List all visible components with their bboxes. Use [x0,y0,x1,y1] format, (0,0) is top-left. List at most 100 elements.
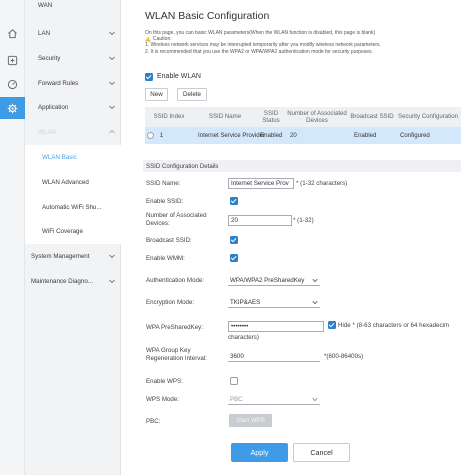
cancel-button[interactable]: Cancel [293,443,350,462]
encryption-mode-value: TKIP&AES [230,298,261,306]
section-header: SSID Configuration Details [143,160,461,172]
chevron-down-icon [109,254,115,259]
enable-wps-label: Enable WPS: [146,378,183,385]
page-title: WLAN Basic Configuration [145,10,270,22]
gauge-icon[interactable] [0,73,25,95]
nav-item-forward-rules[interactable]: Forward Rules [25,71,121,95]
wps-mode-label: WPS Mode: [146,396,180,403]
psk-input[interactable]: •••••••• [228,321,324,332]
warning-icon [145,36,151,42]
cell-value: Enabled [349,127,395,144]
cell-value: 1 [159,132,164,140]
broadcast-ssid-label: Broadcast SSID: [146,237,192,244]
chevron-down-icon [312,300,318,305]
table-row[interactable]: 1 Internet Service Provider Enabled 20 E… [145,127,461,144]
chevron-down-icon [109,81,115,86]
icon-rail [0,0,25,475]
nav-sub-label: WiFi Coverage [42,228,83,235]
cell-value: Configured [395,127,461,144]
col-header: Security Configuration [395,107,461,128]
nav-sub-label: Automatic WiFi Shu... [42,204,102,211]
nav-item-label: Application [38,103,69,111]
rekey-interval-input[interactable]: 3600 [228,351,320,362]
nav-item-wlan[interactable]: WLAN [25,120,121,144]
encryption-mode-select[interactable]: TKIP&AES [228,297,320,308]
nav-item-label: Maintenance Diagno... [31,277,93,285]
row-index-cell: 1 [145,127,193,144]
nav-sub-label: WLAN Advanced [42,179,89,186]
chevron-down-icon [109,279,115,284]
wps-mode-value: PBC [230,395,243,403]
nav-sub-wifi-coverage[interactable]: WiFi Coverage [25,219,121,244]
enable-wmm-checkbox[interactable] [230,254,238,262]
nav-item-security[interactable]: Security [25,46,121,70]
col-header: SSID Status [257,107,285,128]
ssid-name-input[interactable]: Internet Service Prov [228,178,294,189]
col-header: Broadcast SSID [349,107,395,128]
ssid-table: SSID Index SSID Name SSID Status Number … [145,107,461,144]
hide-psk-checkbox[interactable] [328,321,336,329]
nav-item-label: LAN [38,29,51,37]
ssid-name-label: SSID Name: [146,180,181,187]
col-header: Number of Associated Devices [285,107,349,128]
cell-value: Enabled [257,127,285,144]
nav-item-label: WLAN [38,128,56,136]
delete-button[interactable]: Delete [177,88,207,101]
assoc-devices-label: Number of Associated Devices: [146,212,207,227]
wps-mode-select[interactable]: PBC [228,394,320,405]
nav-item-label: Forward Rules [38,79,79,87]
enable-wlan-label: Enable WLAN [157,73,201,80]
new-button[interactable]: New [145,88,168,101]
rekey-interval-hint: *(600-86400s) [324,353,364,360]
enable-wps-checkbox[interactable] [230,377,238,385]
nav-sub-auto-wifi-shutdown[interactable]: Automatic WiFi Shu... [25,195,121,220]
nav-item-label: Security [38,54,61,62]
auth-mode-value: WPA/WPA2 PreSharedKey [230,276,305,284]
enable-wlan-checkbox[interactable] [145,73,153,81]
auth-mode-select[interactable]: WPA/WPA2 PreSharedKey [228,275,320,286]
col-header: SSID Name [193,107,257,128]
rekey-interval-label: WPA Group Key Regeneration Interval: [146,347,207,362]
assoc-devices-input[interactable]: 20 [228,215,292,226]
enable-wmm-label: Enable WMM: [146,255,185,262]
table-header-row: SSID Index SSID Name SSID Status Number … [145,107,461,128]
chevron-up-icon [109,129,115,134]
home-icon[interactable] [0,22,25,44]
nav-item-label: WAN [38,1,53,9]
main-content: WLAN Basic Configuration On this page, y… [122,0,461,475]
caution-item: 2. It is recommended that you use the WP… [145,48,373,55]
row-select-radio[interactable] [147,132,154,140]
pbc-label: PBC: [146,418,161,425]
chevron-down-icon [109,105,115,110]
broadcast-ssid-checkbox[interactable] [230,236,238,244]
psk-label: WPA PreSharedKey: [146,324,203,331]
gear-icon[interactable] [0,97,25,119]
start-wps-button[interactable]: Start WPS [229,414,272,427]
plus-box-icon[interactable] [0,49,25,71]
psk-hint-cont: characters) [228,334,259,341]
ssid-name-hint: * (1-32 characters) [296,180,348,187]
assoc-devices-hint: * (1-32) [293,217,314,224]
chevron-down-icon [109,56,115,61]
enable-ssid-checkbox[interactable] [230,197,238,205]
apply-button[interactable]: Apply [231,443,288,462]
nav-item-maintenance-diagnosis[interactable]: Maintenance Diagno... [25,269,121,293]
encryption-mode-label: Encryption Mode: [146,299,195,306]
cell-value: Internet Service Provider [193,127,265,144]
cell-value: 20 [285,127,349,144]
nav-item-label: System Management [31,252,90,260]
nav-item-system-management[interactable]: System Management [25,244,121,268]
enable-ssid-label: Enable SSID: [146,198,184,205]
chevron-down-icon [312,397,318,402]
nav-sub-label: WLAN Basic [42,154,77,161]
nav-item-wan[interactable]: WAN [25,0,121,15]
nav-sub-wlan-basic[interactable]: WLAN Basic [25,145,121,170]
nav-sub-wlan-advanced[interactable]: WLAN Advanced [25,170,121,195]
chevron-down-icon [312,278,318,283]
chevron-down-icon [109,31,115,36]
nav-item-application[interactable]: Application [25,95,121,119]
auth-mode-label: Authentication Mode: [146,277,205,284]
nav-panel: WAN LAN Security Forward Rules Applicati… [25,0,121,475]
nav-item-lan[interactable]: LAN [25,21,121,45]
page-notes: On this page, you can basic WLAN paramet… [145,30,461,55]
